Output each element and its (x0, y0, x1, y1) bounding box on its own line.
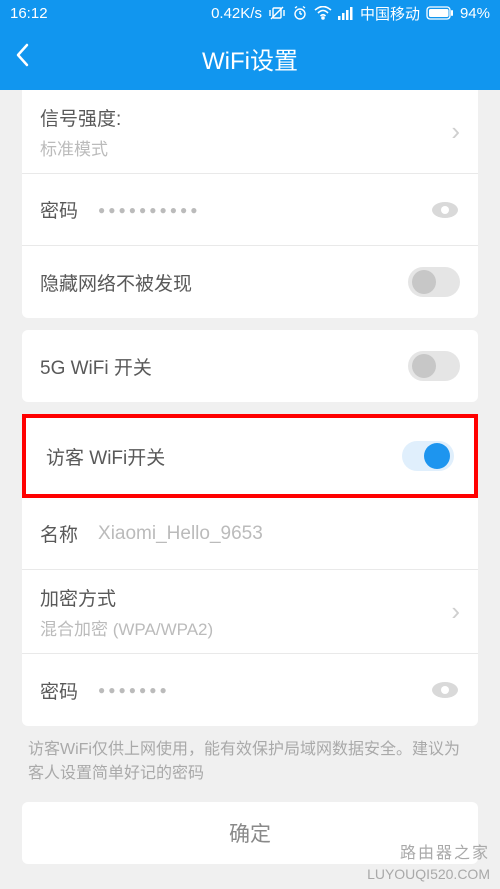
wifi-5g-row: 5G WiFi 开关 (22, 330, 478, 402)
guest-wifi-switch-label: 访客 WiFi开关 (46, 443, 165, 470)
wifi-icon (314, 6, 332, 20)
chevron-right-icon: › (451, 596, 460, 627)
battery-pct: 94% (460, 5, 490, 22)
guest-encryption-value: 混合加密 (WPA/WPA2) (40, 615, 213, 640)
confirm-label: 确定 (229, 818, 271, 848)
eye-icon[interactable] (430, 200, 460, 220)
highlight-box: 访客 WiFi开关 (22, 414, 478, 498)
battery-icon (426, 6, 454, 20)
carrier: 中国移动 (360, 3, 420, 24)
back-button[interactable] (14, 42, 30, 75)
status-time: 16:12 (10, 5, 48, 22)
header: WiFi设置 (0, 26, 500, 90)
hide-network-label: 隐藏网络不被发现 (40, 269, 192, 296)
chevron-right-icon: › (451, 116, 460, 147)
status-right: 0.42K/s 中国移动 94% (48, 3, 490, 24)
wifi-5g-card: 5G WiFi 开关 (22, 330, 478, 402)
hide-network-toggle[interactable] (408, 267, 460, 297)
guest-wifi-toggle[interactable] (402, 441, 454, 471)
password-row[interactable]: 密码 ●●●●●●●●●● (22, 174, 478, 246)
password-label: 密码 (40, 196, 78, 223)
guest-wifi-switch-row: 访客 WiFi开关 (28, 420, 472, 492)
network-speed: 0.42K/s (211, 5, 262, 22)
guest-encryption-label: 加密方式 (40, 584, 213, 611)
guest-password-masked: ●●●●●●● (98, 683, 170, 697)
signal-strength-mode: 标准模式 (40, 135, 121, 160)
guest-password-label: 密码 (40, 677, 78, 704)
vibrate-icon (268, 5, 286, 21)
watermark-line2: LUYOUQI520.COM (367, 865, 490, 883)
guest-encryption-row[interactable]: 加密方式 混合加密 (WPA/WPA2) › (22, 570, 478, 654)
guest-name-row[interactable]: 名称 Xiaomi_Hello_9653 (22, 498, 478, 570)
page-title: WiFi设置 (0, 41, 500, 76)
guest-name-value: Xiaomi_Hello_9653 (98, 523, 263, 545)
signal-icon (338, 6, 354, 20)
eye-icon[interactable] (430, 680, 460, 700)
alarm-icon (292, 5, 308, 21)
main-wifi-card: 信号强度: 标准模式 › 密码 ●●●●●●●●●● 隐藏网络不被发现 (22, 90, 478, 318)
watermark: 路由器之家 LUYOUQI520.COM (367, 844, 490, 883)
guest-wifi-card: 访客 WiFi开关 名称 Xiaomi_Hello_9653 加密方式 混合加密… (22, 414, 478, 726)
wifi-5g-label: 5G WiFi 开关 (40, 353, 152, 380)
password-masked: ●●●●●●●●●● (98, 203, 200, 217)
status-bar: 16:12 0.42K/s 中国移动 94% (0, 0, 500, 26)
wifi-5g-toggle[interactable] (408, 351, 460, 381)
signal-strength-row[interactable]: 信号强度: 标准模式 › (22, 90, 478, 174)
hide-network-row: 隐藏网络不被发现 (22, 246, 478, 318)
watermark-line1: 路由器之家 (367, 844, 490, 865)
signal-strength-label: 信号强度: (40, 104, 121, 131)
guest-help-text: 访客WiFi仅供上网使用，能有效保护局域网数据安全。建议为客人设置简单好记的密码 (22, 726, 478, 800)
guest-password-row[interactable]: 密码 ●●●●●●● (22, 654, 478, 726)
guest-name-label: 名称 (40, 520, 78, 547)
